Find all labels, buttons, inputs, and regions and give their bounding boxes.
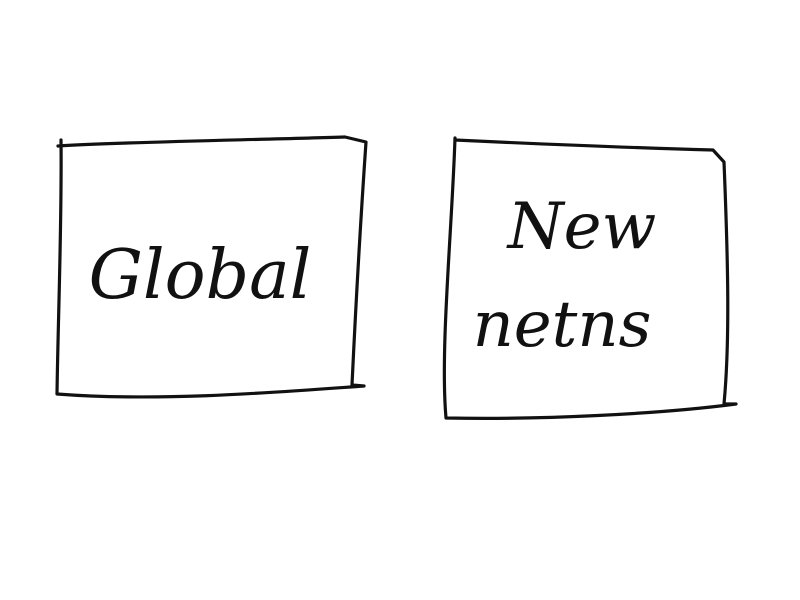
sketch-canvas: Global New netns (55, 135, 738, 420)
box-new-items-label-line1: New (506, 190, 657, 264)
box-new-items-label-line2: netns (473, 288, 652, 362)
box-global: Global (55, 135, 368, 399)
box-new-items-frame (442, 136, 738, 420)
box-global-label: Global (89, 236, 312, 315)
box-new-items: New netns (442, 136, 738, 420)
